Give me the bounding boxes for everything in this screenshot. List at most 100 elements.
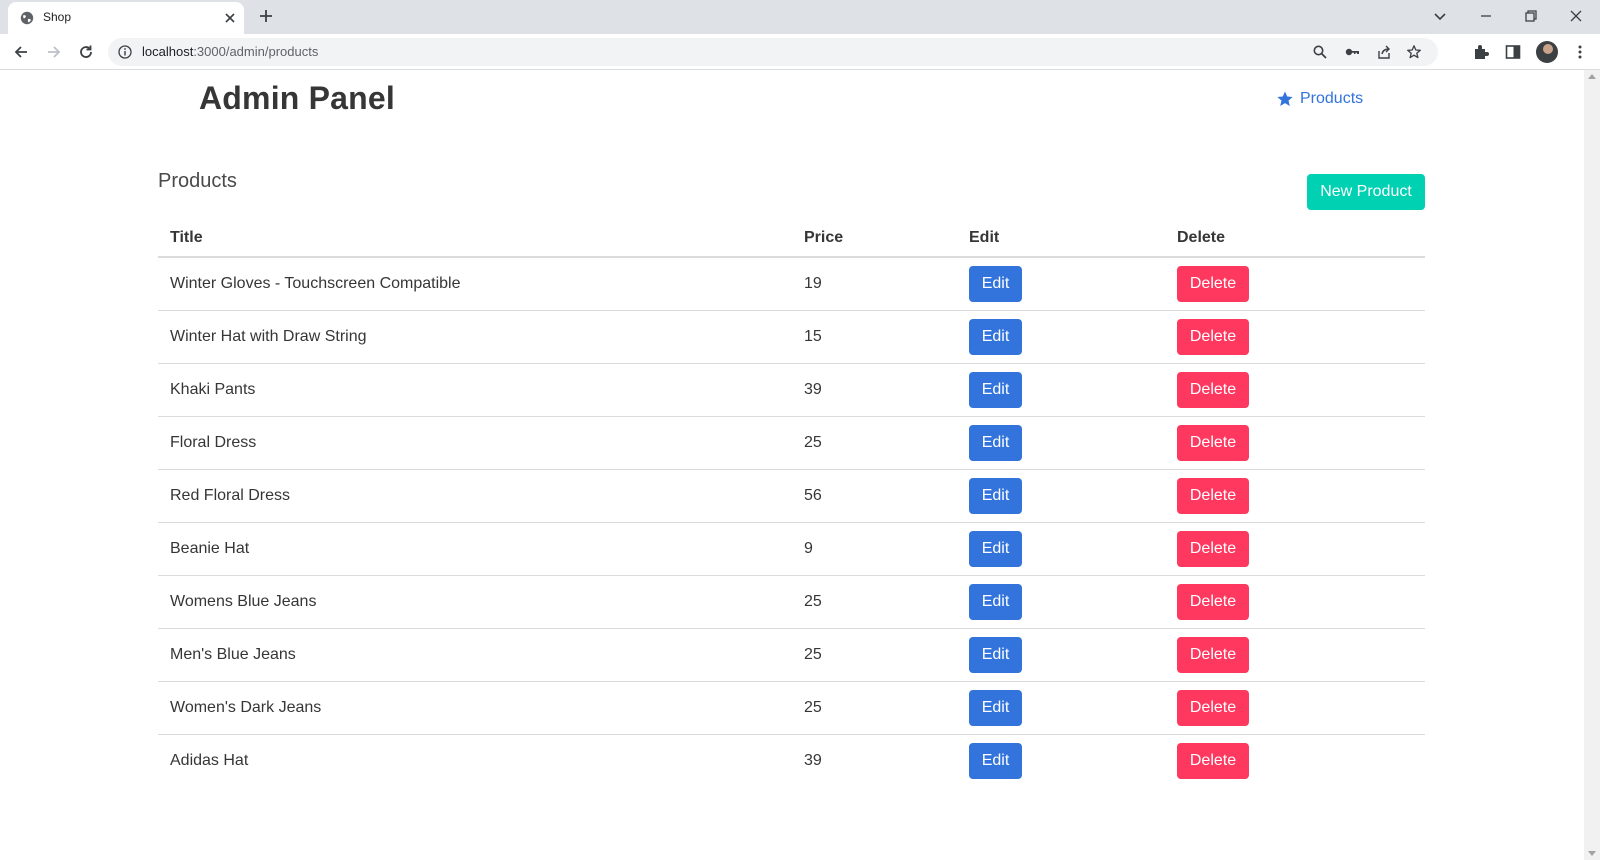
table-row: Winter Hat with Draw String 15 Edit Delete bbox=[158, 310, 1425, 364]
column-header-title: Title bbox=[158, 220, 792, 258]
zoom-icon[interactable] bbox=[1312, 44, 1328, 60]
edit-button[interactable]: Edit bbox=[969, 530, 1022, 567]
scroll-up-arrow-icon[interactable] bbox=[1588, 74, 1596, 79]
product-price-cell: 19 bbox=[792, 257, 957, 311]
table-row: Winter Gloves - Touchscreen Compatible 19… bbox=[158, 257, 1425, 311]
edit-button[interactable]: Edit bbox=[969, 477, 1022, 514]
product-title-cell: Adidas Hat bbox=[170, 751, 249, 769]
delete-button[interactable]: Delete bbox=[1177, 583, 1249, 620]
product-price-cell: 39 bbox=[804, 751, 822, 769]
edit-button[interactable]: Edit bbox=[969, 742, 1022, 779]
delete-button[interactable]: Delete bbox=[1177, 424, 1249, 461]
info-icon[interactable] bbox=[118, 45, 132, 59]
product-price-cell: 25 bbox=[792, 681, 957, 735]
close-window-icon[interactable] bbox=[1568, 8, 1584, 24]
reload-icon[interactable] bbox=[77, 43, 95, 61]
new-tab-icon[interactable] bbox=[258, 8, 274, 24]
product-title-cell: Winter Gloves - Touchscreen Compatible bbox=[158, 257, 792, 311]
edit-button[interactable]: Edit bbox=[969, 424, 1022, 461]
product-title-cell: Red Floral Dress bbox=[158, 469, 792, 523]
url-path: :3000/admin/products bbox=[193, 44, 319, 59]
delete-cell: Delete bbox=[1165, 416, 1425, 470]
side-panel-icon[interactable] bbox=[1504, 43, 1522, 61]
product-title-cell: Winter Hat with Draw String bbox=[158, 310, 792, 364]
minimize-icon[interactable] bbox=[1478, 8, 1494, 24]
nav-products-link[interactable]: Products bbox=[1276, 90, 1363, 108]
product-title-cell: Beanie Hat bbox=[158, 522, 792, 576]
edit-cell: Edit bbox=[957, 310, 1165, 364]
table-row: Adidas Hat 39 Edit Delete bbox=[158, 734, 1425, 787]
table-row: Floral Dress 25 Edit Delete bbox=[158, 416, 1425, 470]
delete-button[interactable]: Delete bbox=[1177, 318, 1249, 355]
products-table: Title Price Edit Delete Winter Gloves - … bbox=[158, 220, 1425, 787]
delete-cell: Delete bbox=[1165, 469, 1425, 523]
new-product-button[interactable]: New Product bbox=[1307, 174, 1425, 210]
delete-cell: Delete bbox=[1165, 628, 1425, 682]
delete-button[interactable]: Delete bbox=[1177, 742, 1249, 779]
table-row: Men's Blue Jeans 25 Edit Delete bbox=[158, 628, 1425, 682]
delete-button[interactable]: Delete bbox=[1177, 477, 1249, 514]
scroll-down-arrow-icon[interactable] bbox=[1588, 851, 1596, 856]
bookmark-star-icon[interactable] bbox=[1406, 44, 1422, 60]
edit-cell: Edit bbox=[957, 416, 1165, 470]
delete-cell: Delete bbox=[1165, 734, 1425, 787]
product-price-cell: 25 bbox=[792, 628, 957, 682]
page-scrollbar[interactable] bbox=[1584, 70, 1600, 860]
table-header-row: Title Price Edit Delete bbox=[158, 220, 1425, 258]
delete-button[interactable]: Delete bbox=[1177, 265, 1249, 302]
edit-button[interactable]: Edit bbox=[969, 371, 1022, 408]
product-title-cell: Khaki Pants bbox=[158, 363, 792, 417]
delete-cell: Delete bbox=[1165, 310, 1425, 364]
edit-button[interactable]: Edit bbox=[969, 636, 1022, 673]
product-price-cell: 25 bbox=[792, 575, 957, 629]
delete-button[interactable]: Delete bbox=[1177, 689, 1249, 726]
table-row: Red Floral Dress 56 Edit Delete bbox=[158, 469, 1425, 523]
edit-button[interactable]: Edit bbox=[969, 265, 1022, 302]
restore-icon[interactable] bbox=[1523, 8, 1539, 24]
browser-toolbar: localhost:3000/admin/products bbox=[0, 34, 1600, 70]
key-icon[interactable] bbox=[1344, 44, 1360, 60]
delete-button[interactable]: Delete bbox=[1177, 371, 1249, 408]
edit-cell: Edit bbox=[957, 522, 1165, 576]
product-title-cell: Women's Dark Jeans bbox=[158, 681, 792, 735]
table-row: Womens Blue Jeans 25 Edit Delete bbox=[158, 575, 1425, 629]
more-menu-icon[interactable] bbox=[1571, 43, 1589, 61]
url-host: localhost bbox=[142, 44, 194, 59]
nav-products-label: Products bbox=[1300, 90, 1364, 107]
delete-button[interactable]: Delete bbox=[1177, 530, 1249, 567]
browser-tab-bar: Shop bbox=[0, 0, 1600, 34]
column-header-edit: Edit bbox=[957, 220, 1165, 258]
address-bar[interactable]: localhost:3000/admin/products bbox=[108, 38, 1438, 66]
forward-arrow-icon[interactable] bbox=[45, 43, 63, 61]
product-title-cell: Floral Dress bbox=[158, 416, 792, 470]
table-row: Khaki Pants 39 Edit Delete bbox=[158, 363, 1425, 417]
column-header-delete: Delete bbox=[1165, 220, 1425, 258]
product-price-cell: 39 bbox=[792, 363, 957, 417]
extensions-icon[interactable] bbox=[1472, 43, 1490, 61]
browser-tab[interactable]: Shop bbox=[8, 2, 244, 34]
edit-button[interactable]: Edit bbox=[969, 689, 1022, 726]
url-text[interactable]: localhost:3000/admin/products bbox=[142, 44, 318, 59]
star-icon bbox=[1277, 91, 1293, 106]
tab-search-icon[interactable] bbox=[1432, 8, 1448, 24]
delete-cell: Delete bbox=[1165, 363, 1425, 417]
product-price-cell: 25 bbox=[792, 416, 957, 470]
edit-cell: Edit bbox=[957, 363, 1165, 417]
back-arrow-icon[interactable] bbox=[12, 43, 30, 61]
delete-button[interactable]: Delete bbox=[1177, 636, 1249, 673]
delete-cell: Delete bbox=[1165, 522, 1425, 576]
edit-cell: Edit bbox=[957, 628, 1165, 682]
edit-button[interactable]: Edit bbox=[969, 583, 1022, 620]
edit-cell: Edit bbox=[957, 681, 1165, 735]
profile-avatar[interactable] bbox=[1536, 41, 1558, 63]
globe-icon bbox=[20, 11, 34, 25]
delete-cell: Delete bbox=[1165, 575, 1425, 629]
edit-cell: Edit bbox=[957, 575, 1165, 629]
column-header-price: Price bbox=[792, 220, 957, 258]
edit-cell: Edit bbox=[957, 257, 1165, 311]
product-price-cell: 9 bbox=[792, 522, 957, 576]
edit-button[interactable]: Edit bbox=[969, 318, 1022, 355]
share-icon[interactable] bbox=[1376, 44, 1392, 60]
delete-cell: Delete bbox=[1165, 257, 1425, 311]
close-tab-icon[interactable] bbox=[222, 10, 238, 26]
